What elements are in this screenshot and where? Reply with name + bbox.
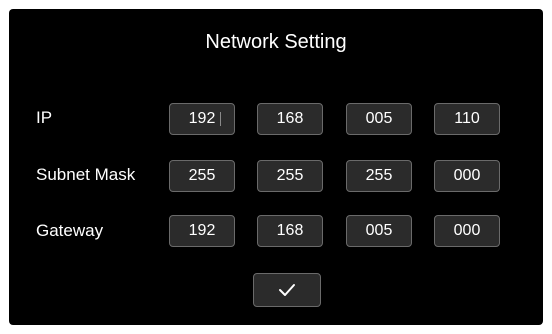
subnet-mask-label: Subnet Mask: [36, 165, 136, 184]
gateway-label: Gateway: [36, 221, 104, 240]
subnet-octet-1-input[interactable]: [169, 160, 235, 192]
ip-octet-4-input[interactable]: [434, 103, 500, 135]
confirm-button[interactable]: [253, 273, 321, 307]
network-setting-panel: Network Setting IP Subnet Mask Gateway: [9, 9, 543, 325]
check-icon: [279, 284, 295, 296]
subnet-octet-4-input[interactable]: [434, 160, 500, 192]
ip-octet-1-input[interactable]: [169, 103, 235, 135]
page-title: Network Setting: [205, 31, 347, 53]
subnet-octet-2-input[interactable]: [257, 160, 323, 192]
gateway-octet-1-input[interactable]: [169, 215, 235, 247]
gateway-octet-3-input[interactable]: [346, 215, 412, 247]
subnet-octet-3-input[interactable]: [346, 160, 412, 192]
ip-octet-2-input[interactable]: [257, 103, 323, 135]
ip-label: IP: [36, 108, 53, 127]
ip-octet-3-input[interactable]: [346, 103, 412, 135]
text-cursor: [220, 112, 221, 126]
gateway-octet-4-input[interactable]: [434, 215, 500, 247]
gateway-octet-2-input[interactable]: [257, 215, 323, 247]
